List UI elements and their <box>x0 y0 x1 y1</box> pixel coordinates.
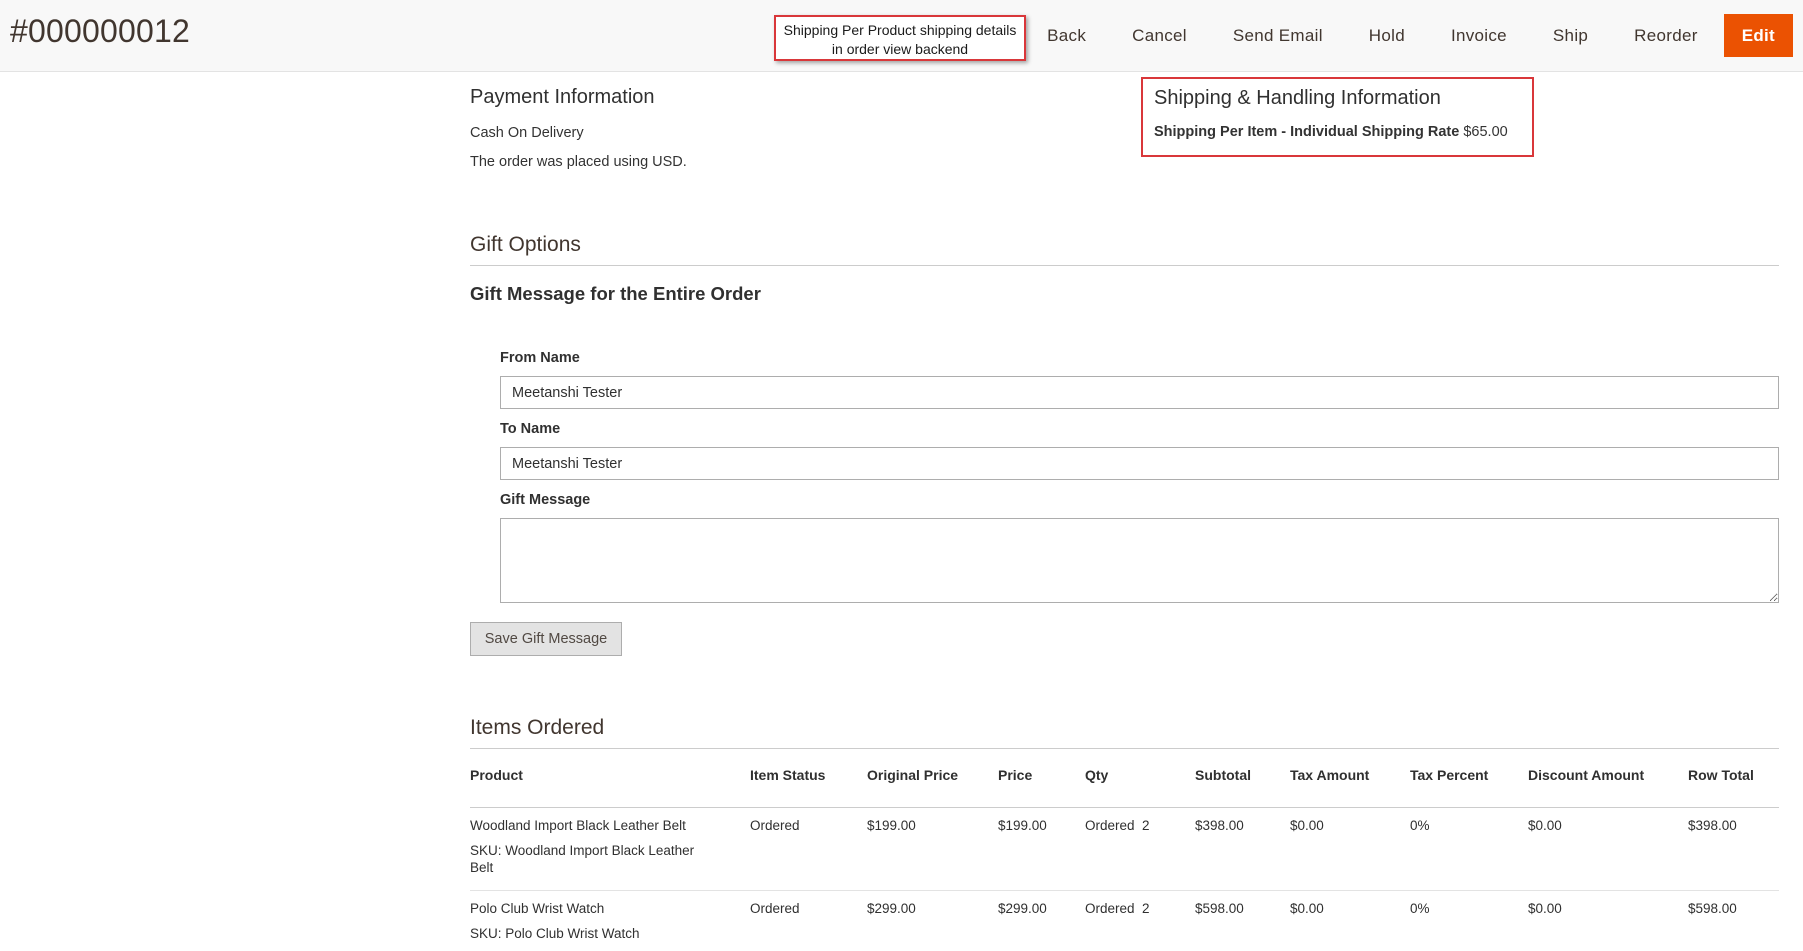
annotation-line-1: Shipping Per Product shipping details <box>776 21 1024 40</box>
qty-label: Ordered <box>1085 818 1135 833</box>
table-row: Woodland Import Black Leather Belt SKU: … <box>470 808 1779 891</box>
tax-amount: $0.00 <box>1290 808 1410 891</box>
shipping-info-title: Shipping & Handling Information <box>1154 87 1441 110</box>
product-cell: Polo Club Wrist Watch SKU: Polo Club Wri… <box>470 891 750 951</box>
product-cell: Woodland Import Black Leather Belt SKU: … <box>470 808 750 891</box>
price: $299.00 <box>998 891 1085 951</box>
col-original-price: Original Price <box>867 757 998 808</box>
edit-button[interactable]: Edit <box>1724 14 1793 57</box>
items-ordered-title: Items Ordered <box>470 716 604 740</box>
product-sku: SKU: Polo Club Wrist Watch <box>470 925 700 942</box>
discount-amount: $0.00 <box>1528 808 1688 891</box>
subtotal: $398.00 <box>1195 808 1290 891</box>
gift-options-title: Gift Options <box>470 233 581 257</box>
tax-amount: $0.00 <box>1290 891 1410 951</box>
annotation-line-2: in order view backend <box>776 40 1024 59</box>
invoice-button[interactable]: Invoice <box>1431 14 1527 57</box>
page-title: #000000012 <box>10 13 190 50</box>
product-sku: SKU: Woodland Import Black Leather Belt <box>470 842 700 876</box>
col-tax-percent: Tax Percent <box>1410 757 1528 808</box>
shipping-amount: $65.00 <box>1463 124 1507 140</box>
to-name-field[interactable] <box>500 447 1779 480</box>
col-tax-amount: Tax Amount <box>1290 757 1410 808</box>
items-table: Product Item Status Original Price Price… <box>470 757 1779 951</box>
shipping-method-label: Shipping Per Item - Individual Shipping … <box>1154 124 1459 140</box>
col-subtotal: Subtotal <box>1195 757 1290 808</box>
tax-percent: 0% <box>1410 808 1528 891</box>
gift-message-subtitle: Gift Message for the Entire Order <box>470 283 761 305</box>
table-row: Polo Club Wrist Watch SKU: Polo Club Wri… <box>470 891 1779 951</box>
col-product: Product <box>470 757 750 808</box>
col-qty: Qty <box>1085 757 1195 808</box>
to-name-label: To Name <box>500 421 560 437</box>
item-status: Ordered <box>750 891 867 951</box>
page-actions: Back Cancel Send Email Hold Invoice Ship… <box>1021 14 1793 57</box>
col-discount-amount: Discount Amount <box>1528 757 1688 808</box>
shipping-method: Shipping Per Item - Individual Shipping … <box>1154 124 1508 140</box>
qty-label: Ordered <box>1085 901 1135 916</box>
page-header: #000000012 Shipping Per Product shipping… <box>0 0 1803 72</box>
gift-message-field[interactable] <box>500 518 1779 603</box>
row-total: $398.00 <box>1688 808 1779 891</box>
cancel-button[interactable]: Cancel <box>1112 14 1207 57</box>
from-name-label: From Name <box>500 350 580 366</box>
qty-value: 2 <box>1142 818 1150 833</box>
product-name: Woodland Import Black Leather Belt <box>470 818 750 833</box>
back-button[interactable]: Back <box>1027 14 1106 57</box>
item-status: Ordered <box>750 808 867 891</box>
table-header-row: Product Item Status Original Price Price… <box>470 757 1779 808</box>
shipping-info-highlight: Shipping & Handling Information Shipping… <box>1141 77 1534 157</box>
row-total: $598.00 <box>1688 891 1779 951</box>
send-email-button[interactable]: Send Email <box>1213 14 1343 57</box>
payment-method: Cash On Delivery <box>470 125 584 141</box>
ship-button[interactable]: Ship <box>1533 14 1608 57</box>
col-price: Price <box>998 757 1085 808</box>
reorder-button[interactable]: Reorder <box>1614 14 1718 57</box>
hold-button[interactable]: Hold <box>1349 14 1425 57</box>
original-price: $299.00 <box>867 891 998 951</box>
qty-value: 2 <box>1142 901 1150 916</box>
payment-info-title: Payment Information <box>470 86 655 109</box>
qty-cell: Ordered 2 <box>1085 891 1195 951</box>
annotation-callout: Shipping Per Product shipping details in… <box>774 15 1026 61</box>
order-currency-note: The order was placed using USD. <box>470 154 687 170</box>
subtotal: $598.00 <box>1195 891 1290 951</box>
tax-percent: 0% <box>1410 891 1528 951</box>
section-divider <box>470 748 1779 749</box>
price: $199.00 <box>998 808 1085 891</box>
col-row-total: Row Total <box>1688 757 1779 808</box>
original-price: $199.00 <box>867 808 998 891</box>
discount-amount: $0.00 <box>1528 891 1688 951</box>
product-name: Polo Club Wrist Watch <box>470 901 750 916</box>
save-gift-message-button[interactable]: Save Gift Message <box>470 622 622 656</box>
gift-message-label: Gift Message <box>500 492 590 508</box>
section-divider <box>470 265 1779 266</box>
col-item-status: Item Status <box>750 757 867 808</box>
from-name-field[interactable] <box>500 376 1779 409</box>
qty-cell: Ordered 2 <box>1085 808 1195 891</box>
